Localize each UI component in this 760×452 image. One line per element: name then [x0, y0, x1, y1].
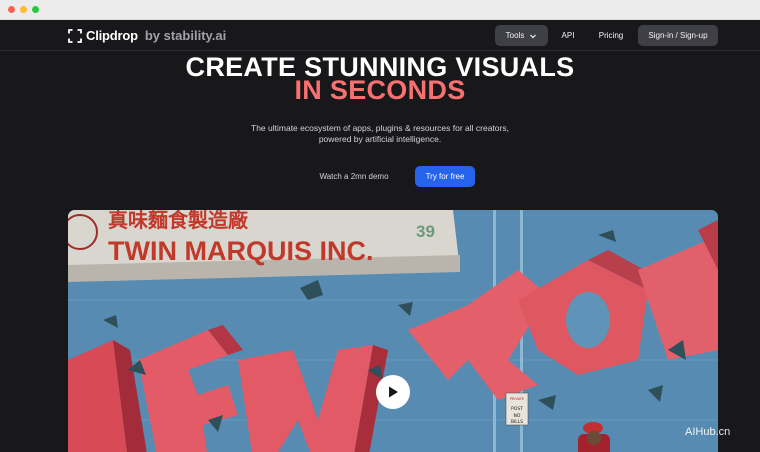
video-thumbnail-image: 真味麵食製造廠 TWIN MARQUIS INC. 39 PRIVATE POS… [68, 210, 718, 452]
svg-text:BILLS: BILLS [511, 419, 523, 425]
play-button[interactable] [376, 375, 410, 409]
maximize-dot-icon[interactable] [32, 6, 39, 13]
hero-video[interactable]: 真味麵食製造廠 TWIN MARQUIS INC. 39 PRIVATE POS… [68, 210, 718, 452]
signin-button[interactable]: Sign-in / Sign-up [638, 25, 718, 46]
hero-title-line2: IN SECONDS [294, 75, 466, 105]
clipdrop-logo-icon [68, 28, 82, 43]
chevron-down-icon [530, 34, 537, 38]
sign-main-text: TWIN MARQUIS INC. [108, 236, 373, 266]
close-dot-icon[interactable] [8, 6, 15, 13]
hero-subtitle-line2: powered by artificial intelligence. [318, 134, 442, 144]
sign-chinese-text: 真味麵食製造廠 [108, 210, 249, 232]
watch-demo-link[interactable]: Watch a 2mn demo [312, 166, 396, 187]
pricing-link[interactable]: Pricing [593, 25, 629, 46]
sign-number: 39 [416, 222, 435, 241]
tools-label: Tools [505, 31, 525, 40]
brand-name: Clipdrop [86, 28, 138, 43]
svg-text:NO: NO [514, 413, 521, 419]
top-navigation: Clipdrop by stability.ai Tools API Prici… [0, 20, 760, 51]
tools-menu-button[interactable]: Tools [495, 25, 548, 46]
hero-subtitle: The ultimate ecosystem of apps, plugins … [0, 123, 760, 145]
svg-text:POST: POST [511, 406, 523, 412]
watermark-text: AIHub.cn [685, 426, 731, 438]
browser-window: Clipdrop by stability.ai Tools API Prici… [0, 0, 760, 452]
brand-subtitle: by stability.ai [144, 28, 227, 43]
hero-subtitle-line1: The ultimate ecosystem of apps, plugins … [251, 123, 509, 133]
minimize-dot-icon[interactable] [20, 6, 27, 13]
try-for-free-button[interactable]: Try for free [415, 166, 475, 187]
brand-logo[interactable]: Clipdrop by stability.ai [68, 28, 226, 43]
svg-text:PRIVATE: PRIVATE [510, 397, 524, 401]
play-icon [389, 386, 398, 398]
api-link[interactable]: API [556, 25, 580, 46]
window-chrome [0, 0, 760, 20]
